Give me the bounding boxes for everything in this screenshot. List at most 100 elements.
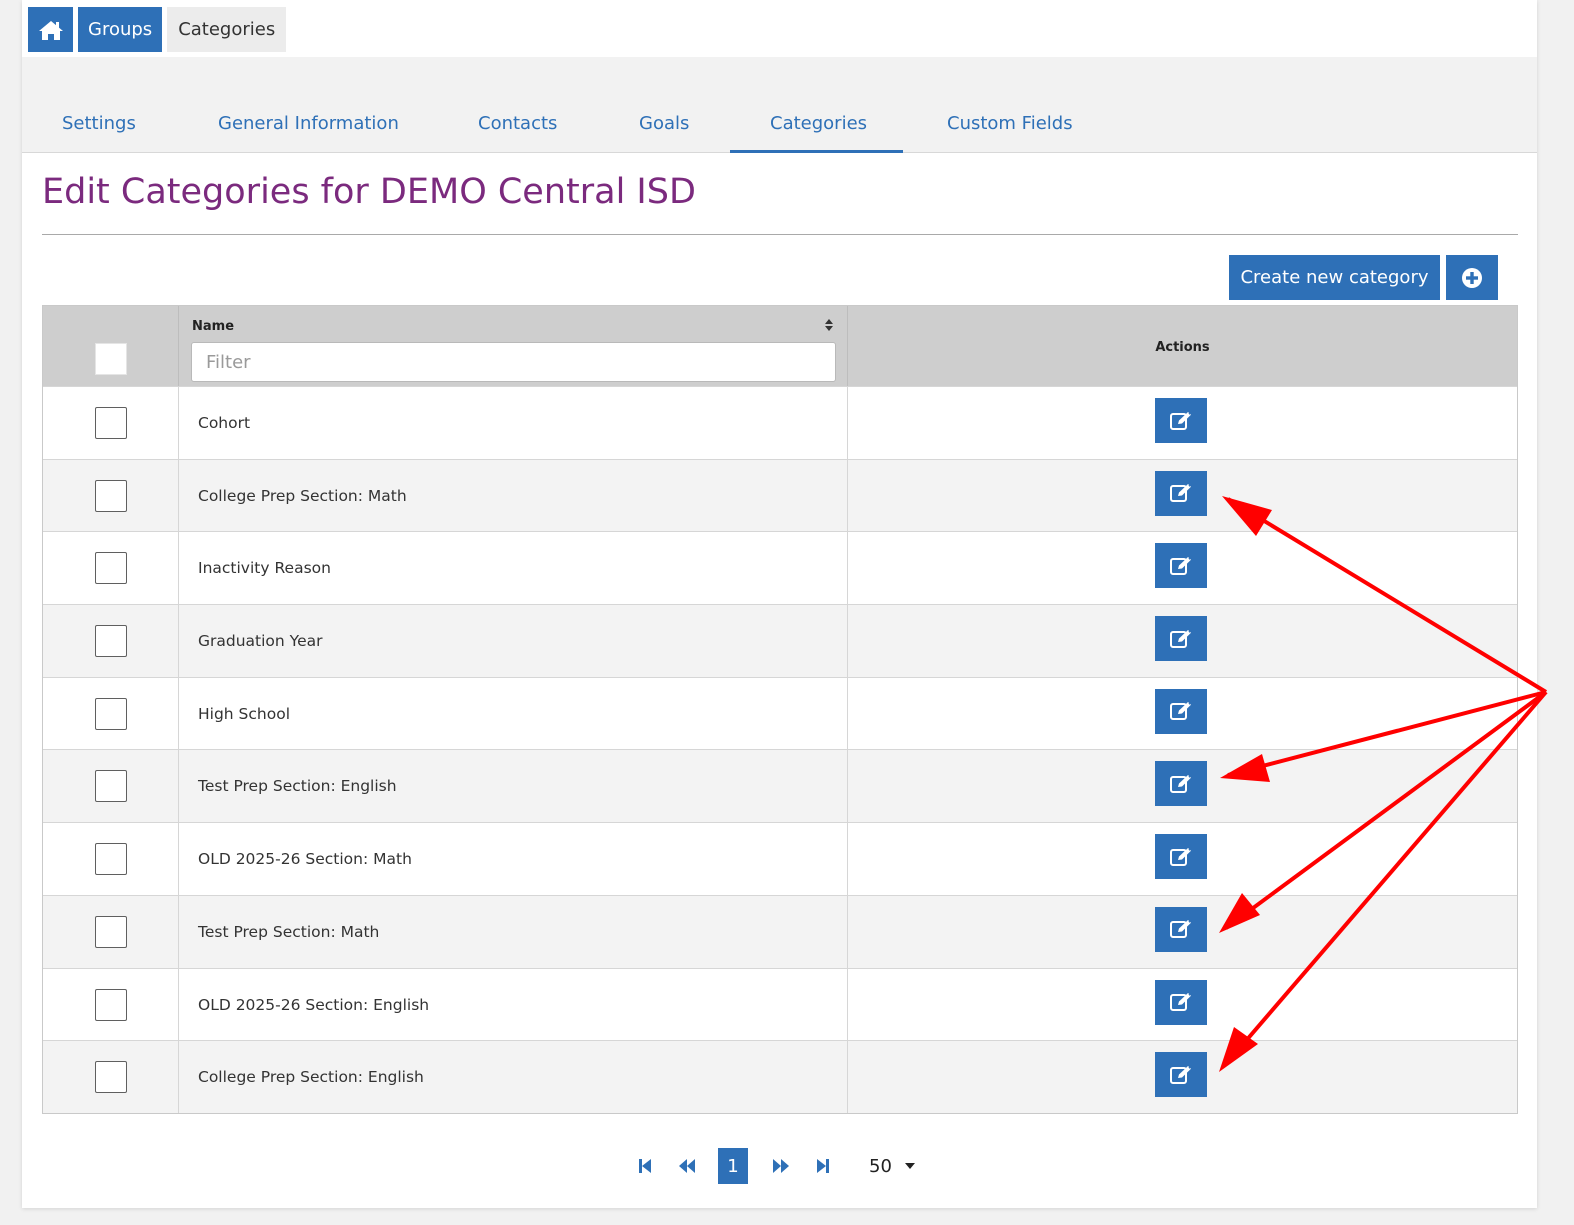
row-select-cell: [43, 459, 179, 532]
edit-category-button[interactable]: [1155, 761, 1207, 807]
row-name-cell: High School: [179, 677, 848, 750]
row-checkbox[interactable]: [95, 407, 127, 439]
first-page-button[interactable]: [634, 1148, 656, 1184]
row-actions-cell: [848, 532, 1517, 604]
category-name: Test Prep Section: English: [198, 777, 397, 796]
edit-icon: [1170, 847, 1191, 866]
category-name: High School: [198, 704, 291, 723]
table-row: College Prep Section: English: [43, 1040, 1517, 1113]
table-header: Name Actions: [43, 306, 1517, 386]
breadcrumb-current: Categories: [167, 7, 287, 52]
table-row: College Prep Section: Math: [43, 458, 1517, 532]
pagination: 1 50: [22, 1148, 1537, 1184]
category-name: College Prep Section: Math: [198, 486, 407, 505]
row-actions-cell: [848, 460, 1517, 532]
page-title: Edit Categories for DEMO Central ISD: [42, 172, 696, 212]
table-row: Test Prep Section: Math: [43, 894, 1517, 968]
tab-bar: Settings General Information Contacts Go…: [22, 57, 1537, 153]
row-actions-cell: [848, 605, 1517, 677]
page-size-select[interactable]: 50: [869, 1148, 916, 1184]
table-row: OLD 2025-26 Section: English: [43, 967, 1517, 1041]
create-new-category-button[interactable]: Create new category: [1229, 255, 1440, 300]
row-select-cell: [43, 1041, 179, 1113]
edit-category-button[interactable]: [1155, 398, 1207, 443]
categories-table: Name Actions Cohort College Prep Section:…: [42, 305, 1518, 1114]
edit-category-button[interactable]: [1155, 1052, 1207, 1098]
row-select-cell: [43, 677, 179, 750]
row-checkbox[interactable]: [95, 697, 127, 730]
category-name: OLD 2025-26 Section: English: [198, 995, 430, 1014]
category-name: Cohort: [198, 414, 251, 432]
tab-settings[interactable]: Settings: [62, 113, 136, 134]
name-column-header[interactable]: Name: [192, 319, 234, 334]
tab-contacts[interactable]: Contacts: [478, 113, 557, 134]
row-name-cell: Graduation Year: [179, 605, 848, 677]
title-divider: [42, 234, 1518, 235]
edit-icon: [1170, 629, 1191, 648]
category-name: College Prep Section: English: [198, 1068, 424, 1087]
row-actions-cell: [848, 387, 1517, 459]
tab-categories[interactable]: Categories: [770, 113, 867, 134]
category-name: Test Prep Section: Math: [198, 922, 380, 941]
table-row: Graduation Year: [43, 604, 1517, 677]
row-select-cell: [43, 968, 179, 1041]
previous-page-button[interactable]: [674, 1148, 700, 1184]
next-page-button[interactable]: [768, 1148, 794, 1184]
table-row: Cohort: [43, 386, 1517, 459]
row-checkbox[interactable]: [95, 1061, 127, 1094]
row-name-cell: College Prep Section: Math: [179, 459, 848, 532]
edit-category-button[interactable]: [1155, 979, 1207, 1025]
edit-icon: [1170, 774, 1191, 793]
first-page-icon: [639, 1159, 651, 1173]
row-checkbox[interactable]: [95, 552, 127, 585]
tab-custom-fields[interactable]: Custom Fields: [947, 113, 1073, 134]
edit-category-button[interactable]: [1155, 470, 1207, 516]
name-filter-input[interactable]: [191, 342, 836, 382]
last-page-button[interactable]: [812, 1148, 834, 1184]
row-actions-cell: [848, 896, 1517, 968]
edit-category-button[interactable]: [1155, 688, 1207, 734]
page-panel: Groups Categories Settings General Infor…: [22, 0, 1537, 1208]
active-tab-indicator: [730, 150, 903, 153]
header-name-cell: Name: [179, 306, 848, 386]
edit-category-button[interactable]: [1155, 616, 1207, 662]
row-select-cell: [43, 895, 179, 968]
sort-icon[interactable]: [824, 318, 834, 332]
add-category-button[interactable]: [1446, 255, 1498, 300]
category-name: Inactivity Reason: [198, 559, 331, 578]
select-all-checkbox[interactable]: [95, 343, 127, 375]
tab-general-information[interactable]: General Information: [218, 113, 399, 134]
page-size-value: 50: [869, 1155, 892, 1177]
edit-category-button[interactable]: [1155, 906, 1207, 952]
row-checkbox[interactable]: [95, 479, 127, 512]
edit-icon: [1170, 556, 1191, 575]
breadcrumb-groups[interactable]: Groups: [78, 7, 163, 52]
row-checkbox[interactable]: [95, 988, 127, 1021]
breadcrumb-home[interactable]: [28, 7, 73, 52]
fast-forward-icon: [773, 1159, 789, 1173]
edit-icon: [1170, 1065, 1191, 1084]
table-row: Inactivity Reason: [43, 531, 1517, 605]
edit-category-button[interactable]: [1155, 543, 1207, 589]
header-actions-cell: Actions: [848, 306, 1517, 386]
category-name: Graduation Year: [198, 632, 323, 651]
row-checkbox[interactable]: [95, 915, 127, 948]
row-select-cell: [43, 750, 179, 823]
header-select-cell: [43, 306, 179, 386]
row-name-cell: Cohort: [179, 387, 848, 459]
actions-column-header: Actions: [1155, 340, 1210, 355]
row-checkbox[interactable]: [95, 625, 127, 658]
row-select-cell: [43, 605, 179, 677]
row-name-cell: OLD 2025-26 Section: Math: [179, 823, 848, 895]
row-name-cell: Test Prep Section: English: [179, 750, 848, 823]
page-number-current[interactable]: 1: [718, 1148, 748, 1184]
row-checkbox[interactable]: [95, 843, 127, 876]
edit-category-button[interactable]: [1155, 834, 1207, 880]
table-row: High School: [43, 676, 1517, 750]
category-name: OLD 2025-26 Section: Math: [198, 850, 412, 869]
row-name-cell: OLD 2025-26 Section: English: [179, 968, 848, 1041]
row-checkbox[interactable]: [95, 770, 127, 803]
table-body: Cohort College Prep Section: Math Inactivi…: [43, 386, 1517, 1113]
tab-goals[interactable]: Goals: [639, 113, 689, 134]
chevron-down-icon: [904, 1163, 915, 1169]
